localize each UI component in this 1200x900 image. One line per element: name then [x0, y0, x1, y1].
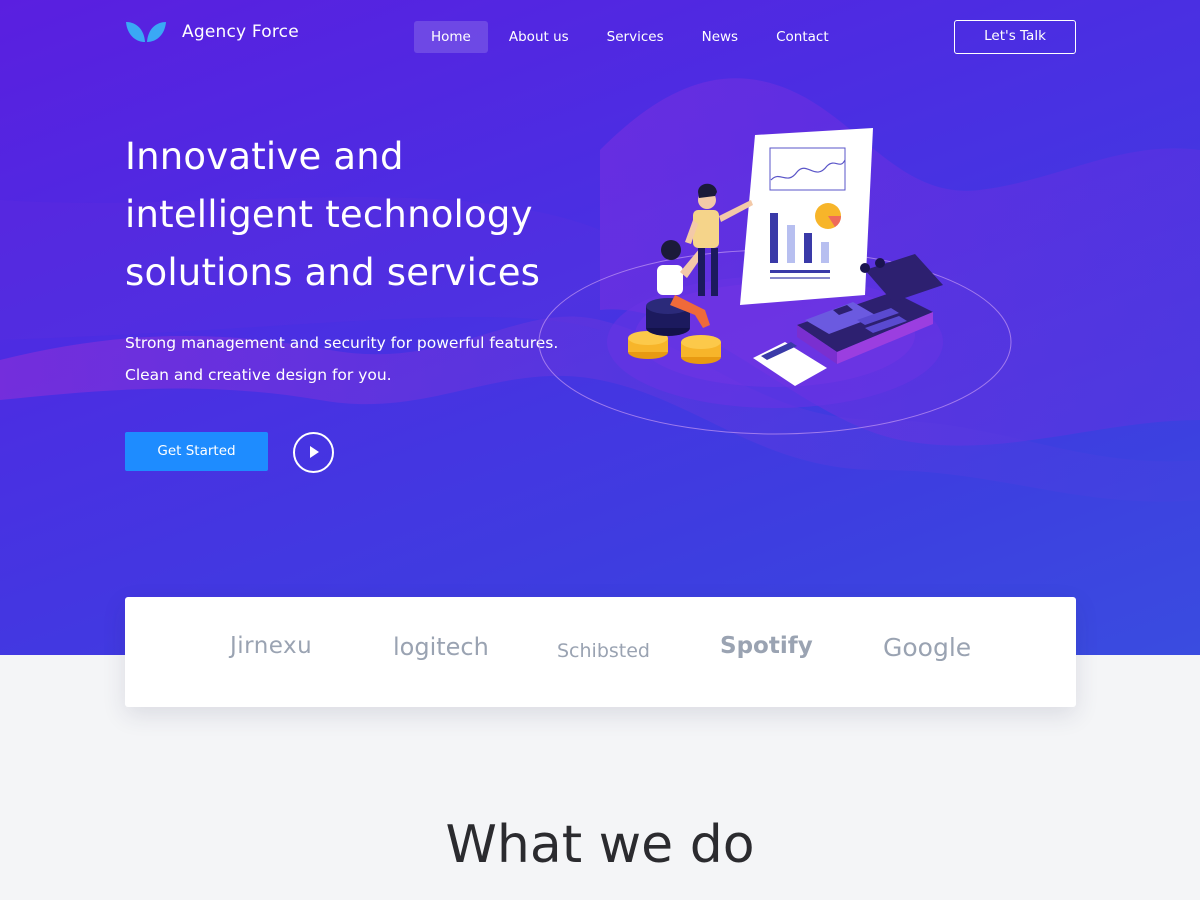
hero-subtitle: Strong management and security for power…	[125, 327, 605, 391]
top-navigation: Agency Force Home About us Services News…	[0, 0, 1200, 72]
get-started-button[interactable]: Get Started	[125, 432, 268, 471]
hero-title-line: solutions and services	[125, 251, 541, 294]
brand-logo[interactable]: Agency Force	[125, 20, 299, 44]
nav-item-services[interactable]: Services	[590, 21, 681, 53]
nav-item-about[interactable]: About us	[492, 21, 586, 53]
partners-logo-strip: Jirnexu logitech Schibsted Spotify Googl…	[125, 597, 1076, 707]
partner-logo-schibsted: Schibsted	[557, 640, 650, 662]
hero-illustration	[538, 128, 1012, 435]
nav-links: Home About us Services News Contact	[414, 21, 850, 53]
section-title-what-we-do: What we do	[445, 815, 755, 875]
hero-section: Agency Force Home About us Services News…	[0, 0, 1200, 655]
nav-item-news[interactable]: News	[685, 21, 755, 53]
partner-logo-jirnexu: Jirnexu	[230, 633, 313, 659]
hero-subtitle-line: Strong management and security for power…	[125, 334, 559, 352]
play-video-button[interactable]	[293, 432, 334, 473]
hero-title-line: intelligent technology	[125, 193, 533, 236]
brand-name: Agency Force	[182, 22, 299, 42]
partner-logo-spotify: Spotify	[720, 633, 813, 659]
lets-talk-button[interactable]: Let's Talk	[954, 20, 1076, 54]
leaf-logo-icon	[126, 22, 166, 42]
hero-title-line: Innovative and	[125, 135, 404, 178]
nav-item-contact[interactable]: Contact	[759, 21, 846, 53]
play-icon	[310, 446, 319, 458]
partner-logo-logitech: logitech	[393, 633, 489, 661]
partner-logo-google: Google	[883, 633, 972, 662]
hero-subtitle-line: Clean and creative design for you.	[125, 366, 392, 384]
nav-item-home[interactable]: Home	[414, 21, 488, 53]
